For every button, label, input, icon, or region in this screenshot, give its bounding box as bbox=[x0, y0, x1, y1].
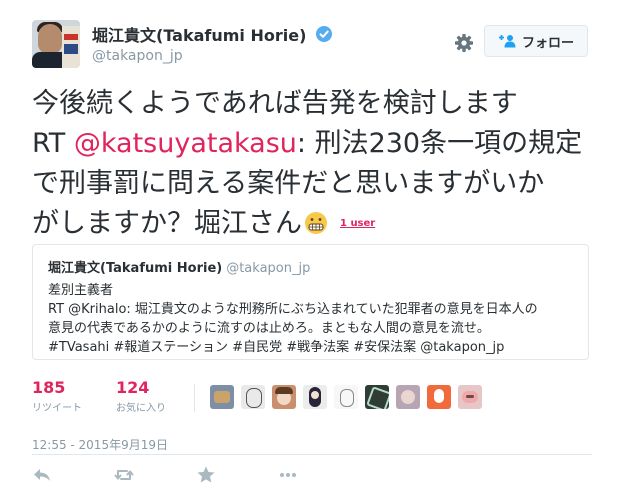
avatar[interactable] bbox=[458, 385, 482, 409]
retweet-count: 185 bbox=[32, 378, 66, 397]
tweet-line-3: で刑事罰に問える案件だと思いますがいか bbox=[32, 168, 545, 199]
user-tag-link[interactable]: 1 user bbox=[340, 204, 375, 244]
rt-prefix: RT bbox=[32, 128, 74, 159]
tweet-text: 今後続くようであれば告発を検討します RT @katsuyatakasu: 刑法… bbox=[32, 84, 612, 244]
stats-divider bbox=[194, 384, 195, 412]
favorite-stat[interactable]: 124 お気に入り bbox=[116, 378, 166, 414]
retweet-label: リツイート bbox=[32, 403, 82, 414]
tweet-line-2-rest: : 刑法230条一項の規定 bbox=[296, 128, 583, 159]
grimacing-face-icon bbox=[305, 212, 327, 234]
user-info: 堀江貴文(Takafumi Horie) @takapon_jp bbox=[92, 22, 332, 64]
quoted-line: 差別主義者 bbox=[48, 283, 114, 298]
tweet-line-4: がしますか？堀江さん 1 user bbox=[32, 204, 612, 244]
tweet-line-4-text: がしますか？堀江さん bbox=[32, 208, 302, 239]
user-username[interactable]: @takapon_jp bbox=[92, 48, 332, 64]
more-icon[interactable] bbox=[278, 465, 298, 485]
mention-link[interactable]: @katsuyatakasu bbox=[74, 128, 297, 159]
retweet-stat[interactable]: 185 リツイート bbox=[32, 378, 82, 414]
favoriter-avatars bbox=[210, 385, 489, 409]
tweet-card: 堀江貴文(Takafumi Horie) @takapon_jp フォロー 今後… bbox=[0, 0, 630, 503]
tweet-actions bbox=[32, 465, 360, 485]
avatar[interactable] bbox=[241, 385, 265, 409]
favorite-count: 124 bbox=[116, 378, 150, 397]
quoted-user-username: @takapon_jp bbox=[226, 261, 311, 276]
avatar[interactable] bbox=[272, 385, 296, 409]
follow-button[interactable]: フォロー bbox=[484, 25, 588, 57]
follow-button-label: フォロー bbox=[521, 35, 574, 51]
add-person-icon bbox=[498, 35, 516, 48]
reply-icon[interactable] bbox=[32, 465, 52, 485]
divider bbox=[32, 454, 592, 455]
avatar[interactable] bbox=[396, 385, 420, 409]
verified-badge-icon bbox=[315, 26, 332, 42]
quoted-user-name: 堀江貴文(Takafumi Horie) bbox=[48, 261, 223, 276]
tweet-line-1: 今後続くようであれば告発を検討します bbox=[32, 88, 518, 119]
quoted-tweet-header: 堀江貴文(Takafumi Horie) @takapon_jp bbox=[48, 257, 310, 276]
quoted-line: #TVasahi #報道ステーション #自民党 #戦争法案 #安保法案 @tak… bbox=[48, 340, 505, 355]
tweet-line-2: RT @katsuyatakasu: 刑法230条一項の規定 bbox=[32, 124, 612, 164]
quoted-tweet-body: 差別主義者 RT @Krihalo: 堀江貴文のような刑務所にぶち込まれていた犯… bbox=[48, 281, 578, 357]
avatar[interactable] bbox=[427, 385, 451, 409]
retweet-icon[interactable] bbox=[114, 465, 134, 485]
tweet-timestamp[interactable]: 12:55 - 2015年9月19日 bbox=[32, 436, 168, 453]
avatar[interactable] bbox=[334, 385, 358, 409]
star-icon[interactable] bbox=[196, 465, 216, 485]
avatar[interactable] bbox=[365, 385, 389, 409]
quoted-line: RT @Krihalo: 堀江貴文のような刑務所にぶち込まれていた犯罪者の意見を… bbox=[48, 302, 538, 317]
gear-icon[interactable] bbox=[454, 33, 474, 53]
avatar[interactable] bbox=[210, 385, 234, 409]
user-full-name[interactable]: 堀江貴文(Takafumi Horie) bbox=[92, 22, 306, 46]
favorite-label: お気に入り bbox=[116, 403, 166, 414]
avatar[interactable] bbox=[32, 20, 80, 68]
quoted-tweet[interactable]: 堀江貴文(Takafumi Horie) @takapon_jp 差別主義者 RT… bbox=[32, 244, 589, 360]
quoted-line: 意見の代表であるかのように流すのは止めろ。まともな人間の意見を流せ。 bbox=[48, 321, 490, 336]
avatar[interactable] bbox=[303, 385, 327, 409]
